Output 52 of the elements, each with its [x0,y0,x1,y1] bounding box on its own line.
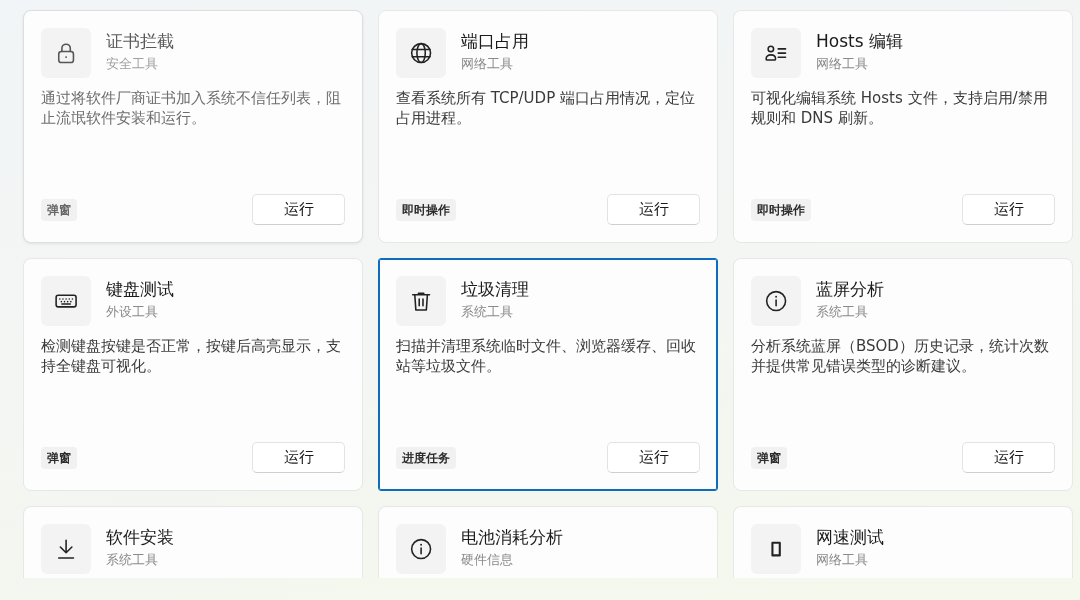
run-button[interactable]: 运行 [607,194,700,225]
run-button[interactable]: 运行 [252,442,345,473]
tool-description: 通过将软件厂商证书加入系统不信任列表，阻止流氓软件安装和运行。 [41,88,342,128]
info-icon [396,524,446,574]
lock-icon [41,28,91,78]
keyboard-icon [41,276,91,326]
mode-tag: 即时操作 [751,198,811,221]
tool-category: 系统工具 [461,303,513,320]
tool-title: Hosts 编辑 [816,30,903,52]
tool-title: 端口占用 [461,30,529,52]
tool-description: 可视化编辑系统 Hosts 文件，支持启用/禁用规则和 DNS 刷新。 [751,88,1049,128]
tool-category: 网络工具 [816,551,868,568]
person-list-icon [751,28,801,78]
tool-card[interactable]: 键盘测试 外设工具 检测键盘按键是否正常，按键后高亮显示，支持全键盘可视化。 弹窗 运行 [23,258,363,491]
tool-description: 检测键盘按键是否正常，按键后高亮显示，支持全键盘可视化。 [41,336,342,376]
tool-category: 系统工具 [816,303,868,320]
tool-title: 垃圾清理 [461,278,529,300]
tool-title: 网速测试 [816,526,884,548]
mode-tag: 弹窗 [751,446,787,469]
tool-description: 扫描并清理系统临时文件、浏览器缓存、回收站等垃圾文件。 [396,336,697,376]
info-icon [751,276,801,326]
mode-tag: 进度任务 [396,446,456,469]
run-button[interactable]: 运行 [607,442,700,473]
run-button[interactable]: 运行 [962,194,1055,225]
tool-category: 网络工具 [461,55,513,72]
rectangle-icon [751,524,801,574]
tool-title: 电池消耗分析 [461,526,563,548]
tool-card[interactable]: 蓝屏分析 系统工具 分析系统蓝屏（BSOD）历史记录，统计次数并提供常见错误类型的诊断建议。 弹窗 运行 [733,258,1073,491]
tool-category: 外设工具 [106,303,158,320]
run-button[interactable]: 运行 [962,442,1055,473]
tool-card[interactable]: Hosts 编辑 网络工具 可视化编辑系统 Hosts 文件，支持启用/禁用规则和 DNS 刷新。 即时操作 运行 [733,10,1073,243]
tool-title: 软件安装 [106,526,174,548]
tool-category: 系统工具 [106,551,158,568]
tool-card[interactable]: 端口占用 网络工具 查看系统所有 TCP/UDP 端口占用情况，定位占用进程。 即时操作 运行 [378,10,718,243]
tool-card[interactable]: 软件安装 系统工具 [23,506,363,578]
tool-category: 网络工具 [816,55,868,72]
tool-category: 安全工具 [106,55,158,72]
tool-card[interactable]: 网速测试 网络工具 [733,506,1073,578]
tool-description: 分析系统蓝屏（BSOD）历史记录，统计次数并提供常见错误类型的诊断建议。 [751,336,1050,376]
mode-tag: 即时操作 [396,198,456,221]
globe-icon [396,28,446,78]
tool-description: 查看系统所有 TCP/UDP 端口占用情况，定位占用进程。 [396,88,696,128]
tool-title: 证书拦截 [106,30,174,52]
tool-card[interactable]: 垃圾清理 系统工具 扫描并清理系统临时文件、浏览器缓存、回收站等垃圾文件。 进度任务 运行 [378,258,718,491]
download-icon [41,524,91,574]
tool-title: 键盘测试 [106,278,174,300]
tool-category: 硬件信息 [461,551,513,568]
mode-tag: 弹窗 [41,446,77,469]
mode-tag: 弹窗 [41,198,77,221]
trash-icon [396,276,446,326]
tool-card[interactable]: 电池消耗分析 硬件信息 [378,506,718,578]
tool-title: 蓝屏分析 [816,278,884,300]
